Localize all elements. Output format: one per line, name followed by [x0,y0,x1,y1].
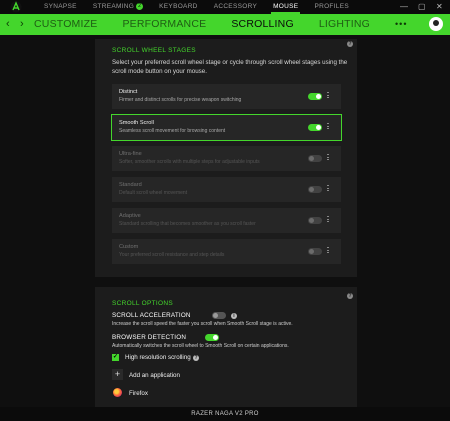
firefox-icon [113,388,122,397]
tab-customize[interactable]: CUSTOMIZE [34,14,97,35]
stage-name: Smooth Scroll [119,120,154,126]
topnav-streaming[interactable]: STREAMING 2 [92,0,144,14]
add-application-label[interactable]: Add an application [129,372,180,379]
stage-description: Firmer and distinct scrolls for precise … [119,97,242,103]
drag-handle-icon[interactable] [327,185,330,194]
minimize-icon[interactable]: — [400,0,408,14]
stage-description: Softer, smoother scrolls with multiple s… [119,159,260,165]
topnav-synapse[interactable]: SYNAPSE [44,0,77,14]
topnav-label: STREAMING [92,3,135,10]
topnav-accessory[interactable]: ACCESSORY [214,0,257,14]
back-arrow-icon[interactable]: ‹ [6,14,10,35]
info-icon[interactable]: i [231,312,237,319]
drag-handle-icon[interactable] [327,216,330,225]
high-resolution-checkbox[interactable]: ✓ [112,354,119,361]
stage-toggle[interactable] [308,93,322,100]
stage-distinct[interactable]: Distinct Firmer and distinct scrolls for… [112,84,341,109]
panel-title: SCROLL WHEEL STAGES [112,47,196,54]
topnav-mouse[interactable]: MOUSE [271,0,301,14]
stage-toggle[interactable] [308,217,322,224]
stage-name: Standard [119,182,142,188]
stage-smooth-scroll[interactable]: Smooth Scroll Seamless scroll movement f… [111,114,342,141]
forward-arrow-icon[interactable]: › [20,14,24,35]
stage-description: Seamless scroll movement for browsing co… [119,128,226,134]
drag-handle-icon[interactable] [327,92,330,101]
scroll-acceleration-label: SCROLL ACCELERATION [112,312,191,319]
close-icon[interactable]: ✕ [436,0,443,14]
sub-nav-bar: ‹ › CUSTOMIZE PERFORMANCE SCROLLING LIGH… [0,14,450,35]
topnav-label: KEYBOARD [159,3,198,10]
avatar[interactable] [429,17,443,31]
browser-detection-label: BROWSER DETECTION [112,334,187,341]
tab-lighting[interactable]: LIGHTING [319,14,370,35]
top-bar: SYNAPSE STREAMING 2 KEYBOARD ACCESSORY MO… [0,0,450,14]
sub-nav-tabs: CUSTOMIZE PERFORMANCE SCROLLING LIGHTING… [34,14,432,35]
stage-name: Ultra-fine [119,151,142,157]
info-icon[interactable]: ? [193,354,199,361]
stage-name: Custom [119,244,139,250]
help-icon[interactable]: ? [347,41,353,47]
stage-toggle[interactable] [308,124,322,131]
tab-scrolling[interactable]: SCROLLING [231,14,293,35]
topnav-label: PROFILES [314,3,349,10]
stage-description: Default scroll wheel movement [119,190,188,196]
high-resolution-label: High resolution scrolling [125,354,191,361]
scroll-acceleration-description: Increase the scroll speed the faster you… [112,321,293,327]
top-nav: SYNAPSE STREAMING 2 KEYBOARD ACCESSORY MO… [44,0,365,14]
device-name-footer: RAZER NAGA V2 PRO [0,407,450,421]
stage-ultra-fine[interactable]: Ultra-fine Softer, smoother scrolls with… [112,146,341,171]
browser-detection-toggle[interactable] [205,334,219,341]
scroll-options-panel: ? SCROLL OPTIONS SCROLL ACCELERATION i I… [95,287,357,407]
stage-toggle[interactable] [308,186,322,193]
add-application-button[interactable]: + [112,369,123,380]
stage-custom[interactable]: Custom Your preferred scroll resistance … [112,239,341,264]
drag-handle-icon[interactable] [327,247,330,256]
topnav-profiles[interactable]: PROFILES [314,0,349,14]
panel-title: SCROLL OPTIONS [112,300,174,307]
panel-description: Select your preferred scroll wheel stage… [112,59,348,75]
browser-detection-description: Automatically switches the scroll wheel … [112,343,289,349]
scroll-acceleration-toggle[interactable] [212,312,226,319]
stage-name: Distinct [119,89,138,95]
streaming-count-badge: 2 [136,3,144,10]
app-name[interactable]: Firefox [129,390,148,397]
topnav-keyboard[interactable]: KEYBOARD [159,0,198,14]
drag-handle-icon[interactable] [327,123,330,132]
stage-standard[interactable]: Standard Default scroll wheel movement [112,177,341,202]
help-icon[interactable]: ? [347,293,353,299]
topnav-label: ACCESSORY [213,3,258,10]
drag-handle-icon[interactable] [327,154,330,163]
stage-description: Standard scrolling that becomes smoother… [119,221,256,227]
tab-performance[interactable]: PERFORMANCE [122,14,206,35]
topnav-label: MOUSE [273,3,299,10]
more-tabs-icon[interactable]: ••• [395,14,407,35]
stage-toggle[interactable] [308,248,322,255]
stage-description: Your preferred scroll resistance and ste… [119,252,225,258]
scroll-wheel-stages-panel: ? SCROLL WHEEL STAGES Select your prefer… [95,39,357,277]
topnav-label: SYNAPSE [44,3,77,10]
stage-adaptive[interactable]: Adaptive Standard scrolling that becomes… [112,208,341,233]
stage-toggle[interactable] [308,155,322,162]
razer-logo-icon[interactable] [10,1,22,13]
stage-name: Adaptive [119,213,141,219]
maximize-icon[interactable]: ▢ [418,0,426,14]
